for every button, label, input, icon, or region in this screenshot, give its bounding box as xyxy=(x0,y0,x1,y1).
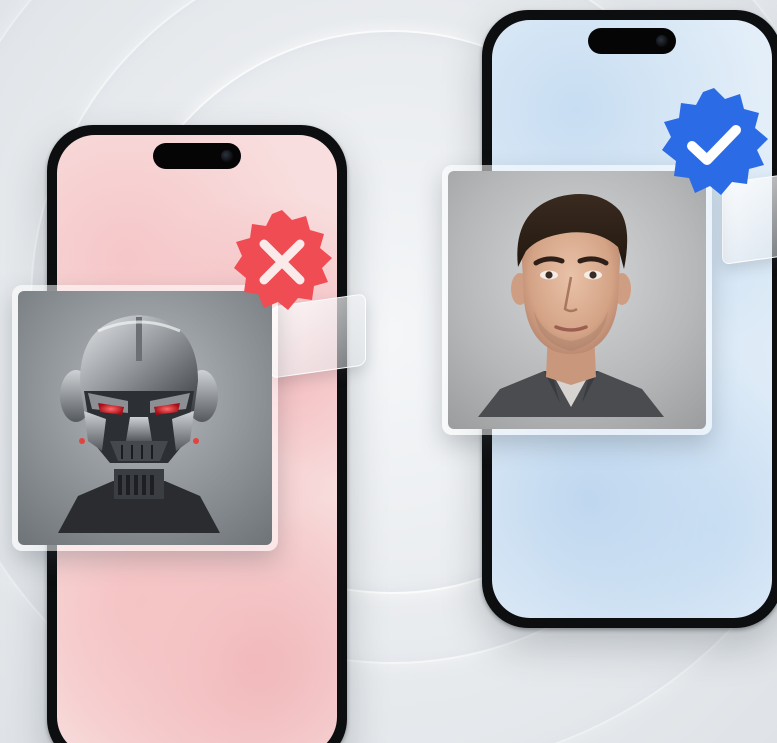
camera-lens-icon xyxy=(221,150,233,162)
x-mark-icon xyxy=(234,210,332,310)
dynamic-island xyxy=(588,28,676,54)
camera-lens-icon xyxy=(656,35,668,47)
verification-illustration xyxy=(0,0,777,743)
human-portrait-card xyxy=(442,165,712,435)
robot-portrait-card xyxy=(12,285,278,551)
dynamic-island xyxy=(153,143,241,169)
human-portrait-icon xyxy=(478,194,664,417)
robot-portrait-icon xyxy=(58,315,220,533)
robot-portrait-image xyxy=(18,291,272,545)
human-portrait-image xyxy=(448,171,706,429)
checkmark-icon xyxy=(662,88,768,195)
verified-badge xyxy=(654,84,774,204)
reject-badge xyxy=(226,206,338,318)
